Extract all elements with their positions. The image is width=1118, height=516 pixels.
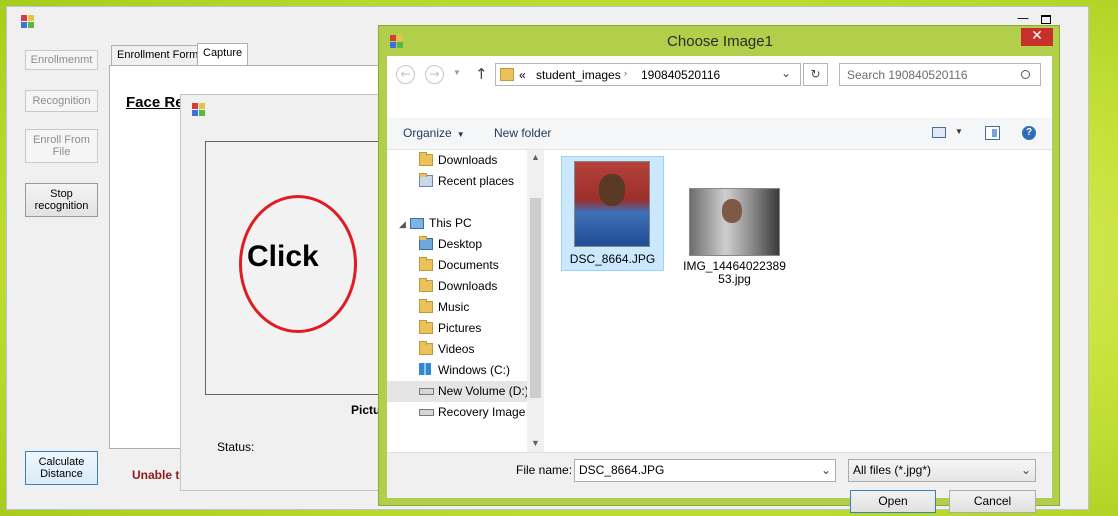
preview-pane-icon[interactable] [985, 126, 1000, 140]
view-options-icon[interactable] [932, 127, 946, 138]
tree-item-downloads[interactable]: Downloads [387, 276, 527, 297]
downloads-folder-icon [419, 152, 433, 166]
page-heading: Face Re [126, 94, 184, 111]
capture-app-icon [192, 103, 205, 116]
help-icon[interactable]: ? [1022, 126, 1036, 140]
tree-item-recent-places[interactable]: Recent places [387, 171, 527, 192]
up-arrow-icon[interactable]: ↑ [475, 65, 488, 83]
refresh-icon[interactable]: ↻ [803, 63, 828, 86]
desktop: { "main_window": { "side_buttons": { "en… [0, 0, 1118, 516]
recent-places-icon [419, 173, 433, 187]
tree-item-music[interactable]: Music [387, 297, 527, 318]
search-icon[interactable] [1021, 70, 1030, 79]
file-name-field-label: File name: [516, 463, 573, 477]
forward-arrow-icon[interactable]: → [425, 65, 444, 84]
tree-item-downloads-fav[interactable]: Downloads [387, 150, 527, 171]
dialog-title: Choose Image1 [667, 33, 773, 50]
tree-item-new-volume-d[interactable]: New Volume (D:) [387, 381, 527, 402]
tree-item-pictures[interactable]: Pictures [387, 318, 527, 339]
search-input[interactable]: Search 190840520116 [839, 63, 1041, 86]
address-bar[interactable]: « student_images › 190840520116 ⌄ [495, 63, 801, 86]
stop-recognition-button[interactable]: Stop recognition [25, 183, 98, 217]
calculate-distance-button[interactable]: Calculate Distance [25, 451, 98, 485]
dialog-body: ← → ▼ ↑ « student_images › 190840520116 … [387, 56, 1052, 513]
enroll-from-file-button[interactable]: Enroll From File [25, 129, 98, 163]
organize-menu[interactable]: Organize ▼ [403, 126, 465, 140]
command-toolbar: Organize ▼ New folder ▼ ? [387, 118, 1052, 150]
file-name-label: DSC_8664.JPG [569, 252, 656, 266]
tree-item-documents[interactable]: Documents [387, 255, 527, 276]
windows-drive-icon [419, 363, 431, 375]
maximize-icon[interactable] [1041, 15, 1051, 24]
documents-folder-icon [419, 257, 433, 271]
chevron-down-icon[interactable]: ⌄ [821, 460, 831, 480]
app-icon [21, 15, 34, 28]
scrollbar-thumb[interactable] [530, 198, 541, 398]
open-button[interactable]: Open [850, 490, 936, 513]
view-dropdown-icon[interactable]: ▼ [955, 127, 963, 136]
picture-label: Pictu [351, 403, 381, 417]
tree-item-this-pc[interactable]: ◢ This PC [387, 213, 527, 234]
minimize-icon[interactable]: — [1010, 11, 1036, 25]
error-text: Unable to [132, 468, 187, 482]
file-item-selected[interactable]: DSC_8664.JPG [561, 156, 664, 271]
tree-item-recovery-image[interactable]: Recovery Image ( [387, 402, 527, 423]
navigation-tree: Downloads Recent places ◢ This PC Deskto… [387, 150, 527, 452]
file-name-label-line2: 53.jpg [718, 272, 751, 286]
capture-window: Click Pictu Status: [180, 94, 386, 491]
picture-box[interactable]: Click [205, 141, 386, 395]
drive-icon [419, 409, 434, 416]
folder-icon [500, 68, 514, 81]
music-folder-icon [419, 299, 433, 313]
scroll-up-icon[interactable]: ▲ [531, 152, 540, 162]
tree-scrollbar[interactable]: ▲ ▼ [527, 150, 544, 452]
chevron-down-icon: ▼ [456, 130, 465, 139]
downloads-folder-icon [419, 278, 433, 292]
address-dropdown-icon[interactable]: ⌄ [781, 66, 791, 80]
computer-icon [410, 218, 424, 229]
breadcrumb-student-images[interactable]: student_images [536, 68, 621, 82]
breadcrumb-folder[interactable]: 190840520116 [641, 68, 720, 82]
file-item[interactable]: IMG_14464022389 53.jpg [683, 156, 786, 286]
expand-arrow-icon[interactable]: ◢ [399, 214, 406, 235]
recognition-button[interactable]: Recognition [25, 90, 98, 112]
new-folder-button[interactable]: New folder [494, 126, 551, 140]
back-arrow-icon[interactable]: ← [396, 65, 415, 84]
tree-item-windows-c[interactable]: Windows (C:) [387, 360, 527, 381]
pictures-folder-icon [419, 320, 433, 334]
dialog-footer: File name: DSC_8664.JPG ⌄ All files (*.j… [387, 452, 1052, 513]
dialog-titlebar: Choose Image1 ✕ [379, 26, 1059, 56]
enrollment-button[interactable]: Enrollmenmt [25, 50, 98, 70]
videos-folder-icon [419, 341, 433, 355]
tab-enrollment-form[interactable]: Enrollment Form [111, 45, 205, 65]
drive-icon [419, 388, 434, 395]
file-list: DSC_8664.JPG IMG_14464022389 53.jpg [547, 150, 1052, 452]
address-prefix: « [519, 68, 526, 82]
scroll-down-icon[interactable]: ▼ [531, 438, 540, 448]
breadcrumb-separator-icon: › [624, 68, 627, 78]
tree-item-videos[interactable]: Videos [387, 339, 527, 360]
search-placeholder: Search 190840520116 [847, 68, 968, 82]
annotation-text: Click [247, 240, 319, 273]
image-thumbnail-icon [574, 161, 650, 247]
chevron-down-icon[interactable]: ⌄ [1021, 460, 1031, 480]
status-label: Status: [217, 440, 255, 454]
close-icon[interactable]: ✕ [1021, 28, 1053, 46]
image-thumbnail-icon [689, 188, 780, 256]
desktop-folder-icon [419, 236, 433, 250]
cancel-button[interactable]: Cancel [949, 490, 1036, 513]
file-name-input[interactable]: DSC_8664.JPG ⌄ [574, 459, 836, 482]
tab-capture[interactable]: Capture [197, 43, 249, 66]
tree-item-desktop[interactable]: Desktop [387, 234, 527, 255]
file-type-select[interactable]: All files (*.jpg*) ⌄ [848, 459, 1036, 482]
file-open-dialog: Choose Image1 ✕ ← → ▼ ↑ « student_images… [378, 25, 1060, 513]
recent-dropdown-icon[interactable]: ▼ [453, 68, 461, 77]
